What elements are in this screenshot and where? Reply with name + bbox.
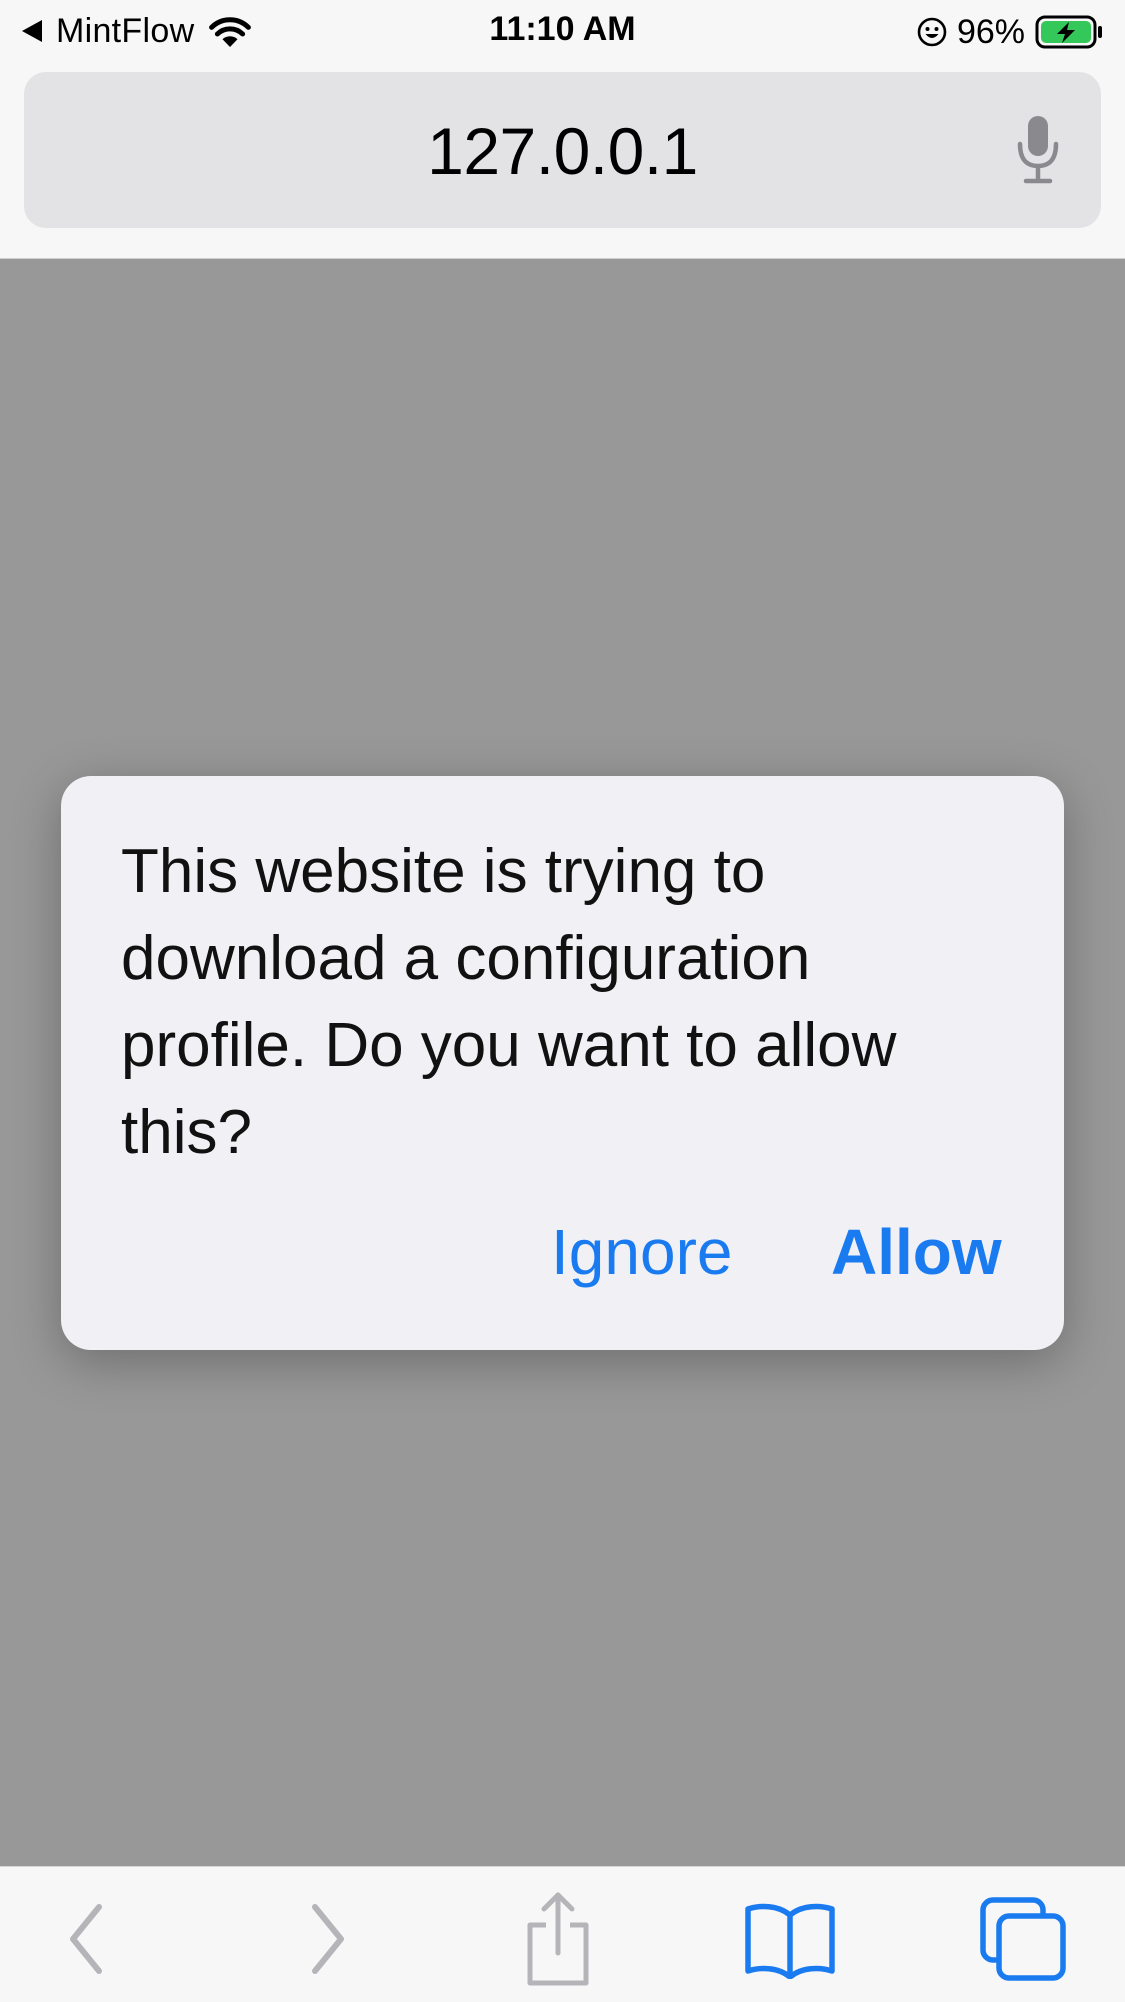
address-bar[interactable]: 127.0.0.1 (24, 72, 1101, 228)
share-icon (527, 1892, 589, 1986)
tabs-icon (980, 1897, 1066, 1981)
forward-icon (312, 1904, 344, 1974)
back-icon (70, 1904, 102, 1974)
battery-percent: 96% (956, 12, 1025, 51)
face-icon (917, 17, 947, 47)
tabs-button[interactable] (974, 1889, 1074, 1989)
allow-button[interactable]: Allow (831, 1220, 1002, 1284)
battery-charging-icon (1035, 15, 1102, 49)
alert-message: This website is trying to download a con… (121, 837, 897, 1167)
status-right: 96% (917, 10, 1105, 54)
share-button[interactable] (508, 1889, 608, 1989)
bookmarks-icon (745, 1903, 835, 1979)
forward-button[interactable] (278, 1889, 378, 1989)
url-text: 127.0.0.1 (427, 114, 698, 188)
bookmarks-button[interactable] (740, 1889, 840, 1989)
ignore-button[interactable]: Ignore (551, 1220, 732, 1284)
status-bar: MintFlow 11:10 AM 96% (0, 0, 1125, 62)
microphone-icon[interactable] (1015, 114, 1061, 186)
back-button[interactable] (36, 1889, 136, 1989)
address-area: 127.0.0.1 (0, 62, 1125, 259)
configuration-profile-alert: This website is trying to download a con… (61, 776, 1064, 1350)
bottom-toolbar (0, 1866, 1125, 2002)
